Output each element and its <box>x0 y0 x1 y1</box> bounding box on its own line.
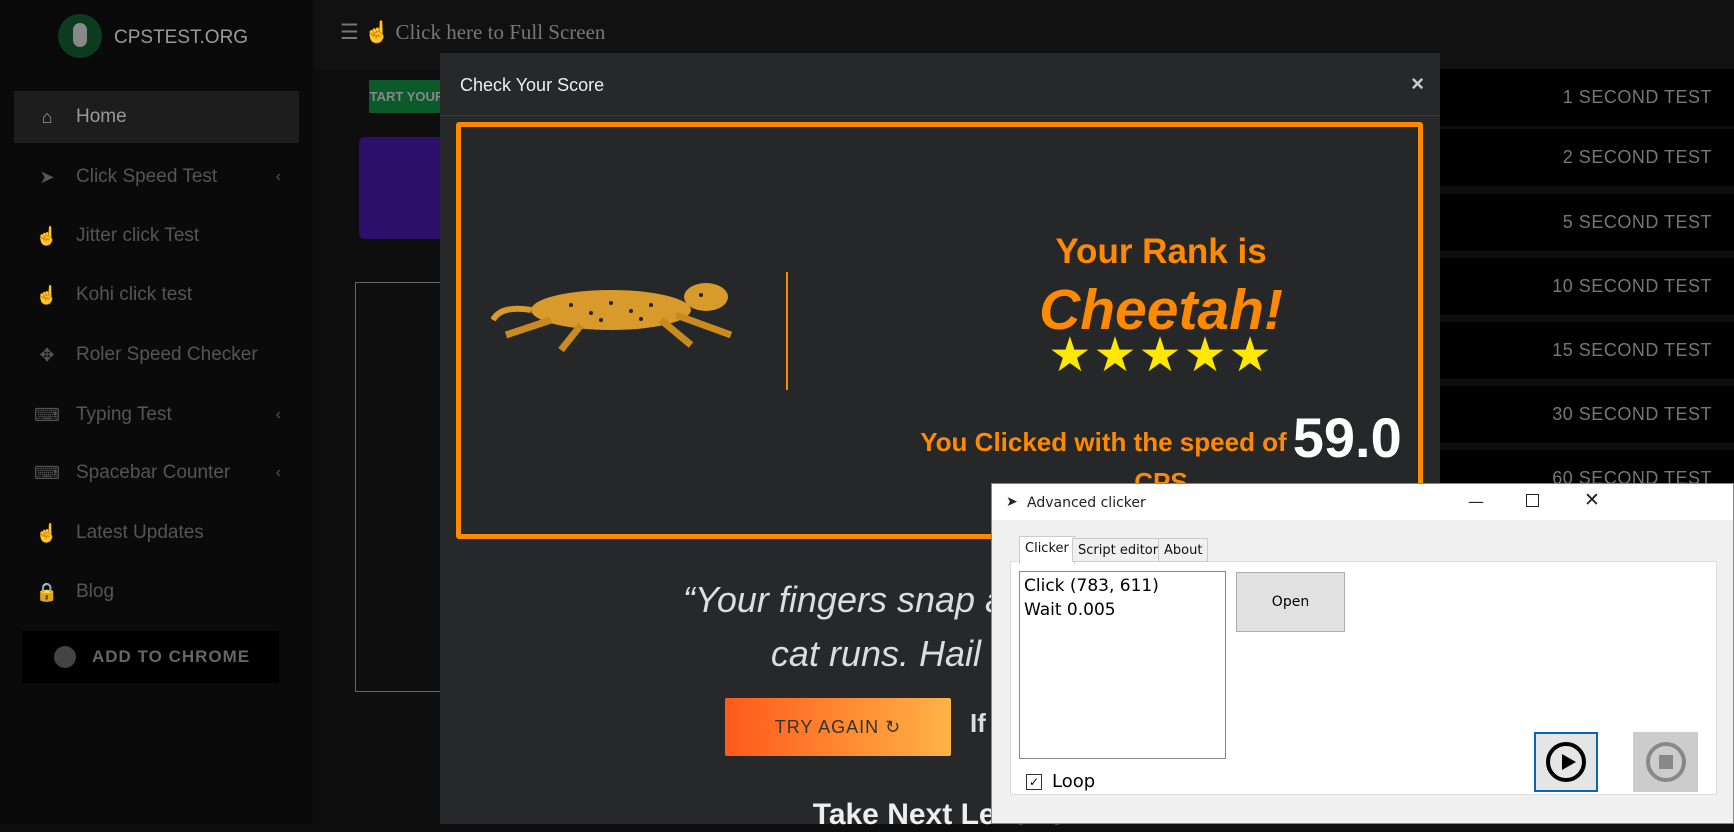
fullscreen-link[interactable]: ☰ ☝ Click here to Full Screen <box>340 20 605 45</box>
sidebar-item-label: Blog <box>76 581 115 602</box>
open-button[interactable]: Open <box>1236 572 1345 632</box>
close-icon[interactable]: × <box>1411 71 1424 97</box>
tab-clicker[interactable]: Clicker <box>1019 536 1075 564</box>
sidebar-item-label: Kohi click test <box>76 284 193 305</box>
keyboard-icon: ⌨ <box>34 404 60 425</box>
advanced-clicker-window: ➤ Advanced clicker — ✕ Clicker Script edi… <box>991 483 1734 824</box>
chevron-left-icon: ‹ <box>275 464 281 481</box>
speed-line: You Clicked with the speed of 59.0 <box>901 405 1421 470</box>
divider <box>786 272 788 390</box>
speed-value: 59.0 <box>1292 406 1402 469</box>
sidebar-item[interactable]: ✥ Roler Speed Checker <box>14 329 299 381</box>
cursor-icon: ➤ <box>39 166 55 187</box>
title-bar: ➤ Advanced clicker <box>992 484 1733 520</box>
play-icon <box>1546 742 1586 782</box>
content-box <box>355 282 440 692</box>
start-button[interactable]: START YOUR <box>369 80 440 113</box>
hand-pointer-icon: ☝ <box>35 284 59 305</box>
sidebar-item-label: Typing Test <box>76 404 172 425</box>
sidebar-item[interactable]: ☝ Kohi click test <box>14 269 299 321</box>
sidebar-item-label: Latest Updates <box>76 522 204 543</box>
script-line[interactable]: Wait 0.005 <box>1024 598 1221 622</box>
mouse-logo-icon <box>58 14 102 58</box>
rank-label: Your Rank is <box>1055 232 1267 271</box>
test-link[interactable]: 5 SECOND TEST <box>1440 194 1734 251</box>
modal-title: Check Your Score <box>440 53 1440 116</box>
test-link[interactable]: 15 SECOND TEST <box>1440 322 1734 379</box>
sidebar-item-label: Click Speed Test <box>76 166 218 187</box>
click-area[interactable] <box>359 137 440 239</box>
fullscreen-label: Click here to Full Screen <box>395 20 606 44</box>
close-button[interactable]: ✕ <box>1584 489 1600 511</box>
stop-icon <box>1645 742 1686 782</box>
home-icon: ⌂ <box>41 106 53 127</box>
sidebar-item-label: Roler Speed Checker <box>76 344 258 365</box>
test-link[interactable]: 1 SECOND TEST <box>1440 69 1734 126</box>
if-text: If <box>970 708 986 738</box>
maximize-button[interactable] <box>1526 494 1539 507</box>
tab-about[interactable]: About <box>1158 538 1209 562</box>
crosshair-icon: ✥ <box>39 344 55 365</box>
brand-name[interactable]: CPSTEST.ORG <box>114 27 248 49</box>
sidebar-item-label: Jitter click Test <box>76 225 200 246</box>
hand-icon: ☝ <box>35 522 59 543</box>
try-again-button[interactable]: TRY AGAIN ↻ <box>725 698 951 756</box>
sidebar-item-label: Spacebar Counter <box>76 462 231 483</box>
sidebar-item[interactable]: ➤ Click Speed Test ‹ <box>14 151 299 203</box>
lock-icon: 🔒 <box>35 581 59 602</box>
sidebar-item[interactable]: ☝ Latest Updates <box>14 507 299 559</box>
script-line[interactable]: Click (783, 611) <box>1024 574 1221 598</box>
add-to-chrome-button[interactable]: ADD TO CHROME <box>22 631 279 683</box>
checkbox-icon[interactable]: ✓ <box>1026 773 1042 790</box>
cheetah-image <box>491 283 733 353</box>
hand-pointer-icon: ☝ <box>35 225 59 246</box>
sidebar-item[interactable]: ☝ Jitter click Test <box>14 210 299 262</box>
chevron-left-icon: ‹ <box>275 406 281 423</box>
play-button[interactable] <box>1534 732 1598 792</box>
sidebar-item-label: Home <box>76 106 127 127</box>
test-link[interactable]: 10 SECOND TEST <box>1440 258 1734 315</box>
sidebar-item[interactable]: 🔒 Blog <box>14 566 299 618</box>
loop-label: Loop <box>1052 771 1096 792</box>
stop-button[interactable] <box>1633 732 1698 792</box>
test-link[interactable]: 30 SECOND TEST <box>1440 386 1734 443</box>
keyboard-icon: ⌨ <box>34 462 60 483</box>
sidebar-item[interactable]: ⌨ Typing Test ‹ <box>14 389 299 441</box>
tab-script-editor[interactable]: Script editor <box>1072 538 1165 562</box>
sidebar: CPSTEST.ORG ⌂ Home ➤ Click Speed Test ‹ ☝ Jitt… <box>0 0 313 824</box>
window-title: Advanced clicker <box>1027 495 1146 511</box>
test-link[interactable]: 2 SECOND TEST <box>1440 129 1734 186</box>
chevron-left-icon: ‹ <box>275 168 281 185</box>
script-list[interactable]: Click (783, 611) Wait 0.005 <box>1019 571 1226 759</box>
result-box: Your Rank is Cheetah! ★★★★★ You Clicked … <box>456 122 1423 539</box>
speed-label: You Clicked with the speed of <box>920 427 1287 457</box>
star-rating-icon: ★★★★★ <box>1048 329 1274 382</box>
add-to-chrome-label: ADD TO CHROME <box>92 647 251 666</box>
sidebar-item[interactable]: ⌨ Spacebar Counter ‹ <box>14 447 299 499</box>
chrome-icon <box>54 646 76 668</box>
minimize-button[interactable]: — <box>1468 492 1484 511</box>
sidebar-item[interactable]: ⌂ Home <box>14 91 299 143</box>
loop-checkbox[interactable]: ✓ Loop <box>1026 771 1095 792</box>
cursor-icon: ➤ <box>1006 494 1018 510</box>
